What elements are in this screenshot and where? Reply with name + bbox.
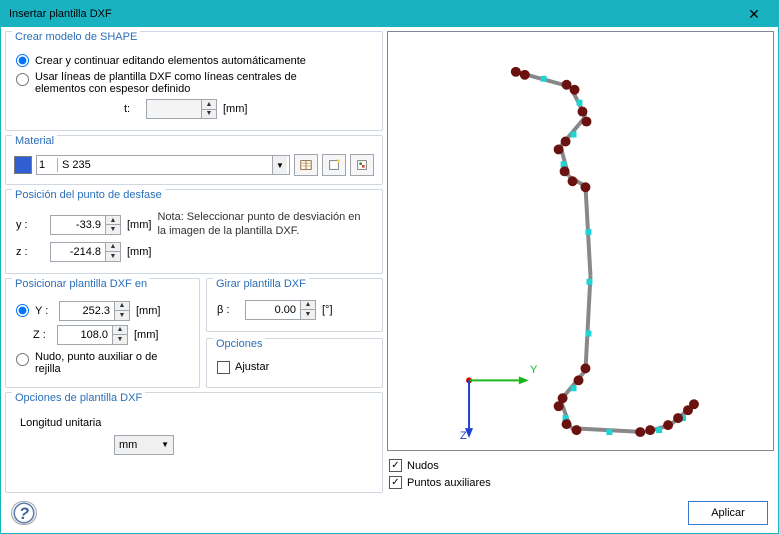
dxf-preview[interactable]: Y Z: [387, 31, 774, 451]
unit-length-label: Longitud unitaria: [20, 417, 101, 429]
group-options-title: Opciones: [213, 338, 265, 350]
chevron-down-icon[interactable]: ▼: [161, 440, 169, 449]
offset-z-label: z :: [16, 246, 44, 258]
group-offset-title: Posición del punto de desfase: [12, 189, 165, 201]
offset-z-unit: [mm]: [127, 246, 151, 258]
radio-position-node-label: Nudo, punto auxiliar o de rejilla: [35, 351, 175, 375]
group-offset: Posición del punto de desfase y : ▲▼ [mm…: [5, 189, 383, 274]
offset-y-up-icon[interactable]: ▲: [106, 216, 120, 226]
offset-y-unit: [mm]: [127, 219, 151, 231]
close-icon[interactable]: ✕: [738, 6, 770, 23]
radio-centerlines-label: Usar líneas de plantilla DXF como líneas…: [35, 71, 325, 95]
svg-text:?: ?: [19, 505, 29, 523]
material-library-button[interactable]: [294, 154, 318, 176]
offset-z-down-icon[interactable]: ▼: [106, 252, 120, 261]
apply-button-label: Aplicar: [711, 507, 745, 519]
checkbox-auxpoints-label: Puntos auxiliares: [407, 477, 491, 489]
group-material-title: Material: [12, 135, 57, 147]
material-name: S 235: [62, 159, 272, 171]
rotate-beta-input[interactable]: [246, 301, 300, 319]
t-spinner: ▲▼: [146, 99, 217, 119]
axis-z-label: Z: [460, 430, 467, 442]
group-shape: Crear modelo de SHAPE Crear y continuar …: [5, 31, 383, 131]
group-options: Opciones Ajustar: [206, 338, 383, 388]
t-unit: [mm]: [223, 103, 247, 115]
t-up-icon: ▲: [202, 100, 216, 110]
group-shape-title: Crear modelo de SHAPE: [12, 31, 140, 43]
unit-length-value: mm: [119, 439, 137, 451]
offset-y-input[interactable]: [51, 216, 105, 234]
position-y-input[interactable]: [60, 302, 114, 320]
radio-centerlines[interactable]: [16, 73, 29, 86]
checkbox-nodes-label: Nudos: [407, 460, 439, 472]
radio-auto-label: Crear y continuar editando elementos aut…: [35, 55, 306, 67]
checkbox-auxpoints[interactable]: ✓: [389, 476, 402, 489]
titlebar: Insertar plantilla DXF ✕: [1, 1, 778, 27]
material-color-swatch[interactable]: [14, 156, 32, 174]
t-label: t:: [124, 103, 140, 115]
group-position: Posicionar plantilla DXF en Y : ▲▼ [mm] …: [5, 278, 200, 388]
position-z-unit: [mm]: [134, 329, 158, 341]
material-separator: [57, 158, 58, 172]
offset-y-down-icon[interactable]: ▼: [106, 225, 120, 234]
offset-z-spinner[interactable]: ▲▼: [50, 242, 121, 262]
group-position-title: Posicionar plantilla DXF en: [12, 278, 150, 290]
material-edit-button[interactable]: [350, 154, 374, 176]
position-y-label: Y :: [35, 305, 53, 317]
beta-down-icon[interactable]: ▼: [301, 310, 315, 319]
radio-position-yz[interactable]: [16, 304, 29, 317]
beta-up-icon[interactable]: ▲: [301, 301, 315, 311]
rotate-unit: [°]: [322, 304, 333, 316]
checkbox-nodes[interactable]: ✓: [389, 459, 402, 472]
t-down-icon: ▼: [202, 110, 216, 119]
chevron-down-icon[interactable]: ▼: [272, 156, 287, 174]
offset-note: Nota: Seleccionar punto de desviación en…: [157, 211, 372, 239]
group-rotate: Girar plantilla DXF β : ▲▼ [°]: [206, 278, 383, 332]
help-button[interactable]: ?: [11, 501, 37, 525]
rotate-beta-spinner[interactable]: ▲▼: [245, 300, 316, 320]
position-z-spinner[interactable]: ▲▼: [57, 325, 128, 345]
checkbox-adjust[interactable]: [217, 361, 230, 374]
checkbox-adjust-label: Ajustar: [235, 361, 269, 373]
pos-y-up-icon[interactable]: ▲: [115, 302, 129, 312]
position-z-input[interactable]: [58, 326, 112, 344]
group-dxf-options: Opciones de plantilla DXF Longitud unita…: [5, 392, 383, 494]
material-new-button[interactable]: [322, 154, 346, 176]
help-icon: ?: [12, 501, 36, 525]
rotate-beta-label: β :: [217, 304, 239, 316]
position-z-label: Z :: [33, 329, 51, 341]
unit-length-select[interactable]: mm ▼: [114, 435, 174, 455]
axis-y-label: Y: [530, 364, 537, 376]
position-y-unit: [mm]: [136, 305, 160, 317]
group-material: Material 1 S 235 ▼: [5, 135, 383, 185]
pos-y-down-icon[interactable]: ▼: [115, 311, 129, 320]
radio-auto-elements[interactable]: [16, 54, 29, 67]
apply-button[interactable]: Aplicar: [688, 501, 768, 525]
window-title: Insertar plantilla DXF: [9, 8, 738, 20]
offset-y-label: y :: [16, 219, 44, 231]
radio-position-node[interactable]: [16, 353, 29, 366]
pos-z-up-icon[interactable]: ▲: [113, 326, 127, 336]
offset-z-input[interactable]: [51, 243, 105, 261]
group-rotate-title: Girar plantilla DXF: [213, 278, 309, 290]
pos-z-down-icon[interactable]: ▼: [113, 335, 127, 344]
t-input: [147, 100, 201, 118]
offset-y-spinner[interactable]: ▲▼: [50, 215, 121, 235]
group-dxf-options-title: Opciones de plantilla DXF: [12, 392, 145, 404]
offset-z-up-icon[interactable]: ▲: [106, 243, 120, 253]
position-y-spinner[interactable]: ▲▼: [59, 301, 130, 321]
material-select[interactable]: 1 S 235 ▼: [36, 155, 290, 175]
material-number: 1: [39, 159, 53, 171]
